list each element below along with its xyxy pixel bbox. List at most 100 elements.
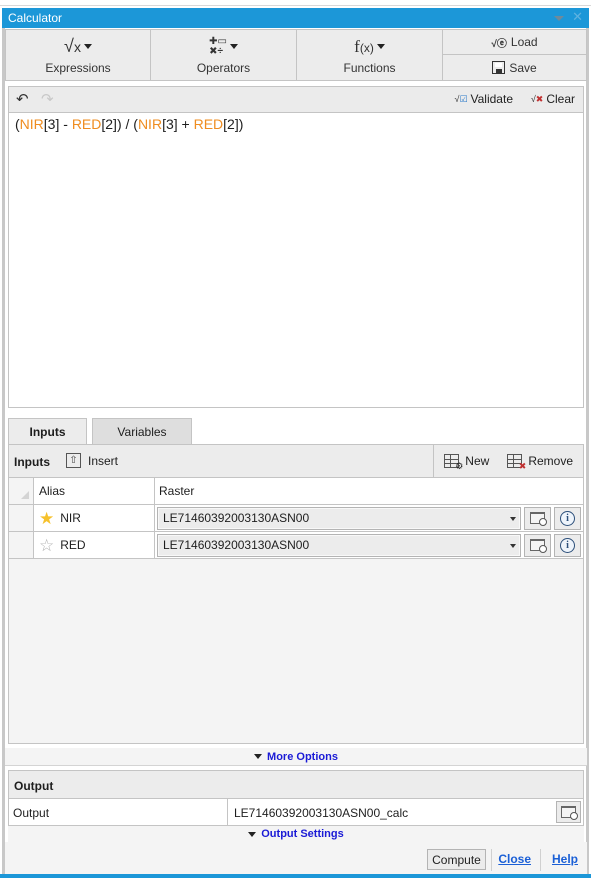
function-icon: f(x) — [354, 36, 374, 56]
chevron-down-icon — [229, 44, 238, 49]
undo-icon[interactable]: ↶ — [16, 92, 29, 107]
expr-token: [2]) — [223, 116, 244, 132]
chevron-down-icon — [83, 44, 92, 49]
remove-input-button[interactable]: ✖ Remove — [507, 454, 573, 471]
insert-icon: ⇧ — [66, 453, 81, 468]
new-label: New — [465, 454, 490, 468]
chevron-down-icon — [376, 44, 385, 49]
output-row: Output LE71460392003130ASN00_calc — [9, 799, 583, 826]
alias-cell[interactable]: NIR — [60, 511, 81, 525]
redo-icon[interactable]: ↷ — [41, 92, 54, 107]
window-title: Calculator — [8, 11, 63, 25]
bottom-border — [0, 874, 591, 878]
select-all-corner[interactable] — [9, 478, 34, 504]
editor-toolbar: ↶ ↷ √☑ Validate √✖ Clear — [8, 86, 584, 113]
expression-editor[interactable]: (NIR[3] - RED[2]) / (NIR[3] + RED[2]) — [8, 113, 584, 408]
divider — [540, 849, 541, 871]
grid-header: Alias Raster — [9, 478, 583, 505]
footer: Compute Close Help — [5, 842, 587, 874]
expressions-button[interactable]: √x Expressions — [5, 29, 151, 81]
expressions-label: Expressions — [45, 60, 111, 75]
remove-label: Remove — [528, 454, 573, 468]
expr-token: [2]) / ( — [101, 116, 138, 132]
save-label: Save — [509, 60, 537, 75]
close-link[interactable]: Close — [498, 852, 531, 866]
folder-search-icon — [530, 512, 547, 526]
expr-token: [3] + — [162, 116, 194, 132]
new-input-button[interactable]: ⚙ New — [444, 454, 490, 471]
output-settings-toggle[interactable]: Output Settings — [8, 826, 584, 842]
ribbon: √x Expressions ✚▭ ✖÷ Operators f(x) Funct… — [5, 29, 587, 81]
tab-variables[interactable]: Variables — [92, 418, 192, 445]
new-row-icon: ⚙ — [444, 454, 463, 471]
output-settings-link[interactable]: Output Settings — [261, 828, 344, 840]
save-icon — [492, 61, 506, 74]
raster-dropdown[interactable]: LE71460392003130ASN00 — [157, 533, 521, 557]
inputs-title: Inputs — [14, 455, 50, 469]
dropdown-icon[interactable] — [554, 16, 565, 21]
functions-label: Functions — [343, 60, 396, 75]
dropdown-arrow-icon — [510, 516, 516, 521]
expr-token: [3] - — [43, 116, 72, 132]
sqrt-x-icon: √x — [64, 36, 81, 56]
browse-output-button[interactable] — [556, 801, 581, 823]
dropdown-arrow-icon — [510, 543, 516, 548]
column-header-raster[interactable]: Raster — [155, 478, 583, 504]
raster-value: LE71460392003130ASN00 — [163, 511, 310, 525]
row-selector[interactable] — [9, 505, 34, 531]
expr-variable: RED — [71, 116, 102, 132]
raster-dropdown[interactable]: LE71460392003130ASN00 — [157, 506, 521, 530]
more-options-link[interactable]: More Options — [267, 751, 338, 763]
load-button[interactable]: √ⓔ Load — [443, 29, 587, 55]
divider — [491, 849, 492, 871]
insert-button[interactable]: ⇧ Insert — [66, 453, 118, 468]
tab-inputs[interactable]: Inputs — [8, 418, 87, 445]
browse-raster-button[interactable] — [524, 506, 551, 530]
chevron-down-icon — [248, 831, 257, 837]
tab-strip: Inputs Variables — [8, 418, 192, 445]
expr-variable: NIR — [137, 116, 163, 132]
raster-info-button[interactable]: i — [554, 533, 581, 557]
validate-button[interactable]: √☑ Validate — [454, 92, 513, 106]
title-bar: Calculator ✕ — [2, 8, 589, 28]
output-section-title: Output — [9, 771, 583, 799]
star-outline-icon[interactable]: ☆ — [39, 537, 54, 554]
output-value: LE71460392003130ASN00_calc — [234, 806, 409, 820]
star-filled-icon[interactable]: ★ — [39, 510, 54, 527]
help-link[interactable]: Help — [552, 852, 578, 866]
close-icon[interactable]: ✕ — [572, 10, 583, 23]
expr-variable: NIR — [19, 116, 44, 132]
chevron-down-icon — [254, 754, 263, 759]
inputs-panel: Inputs ⇧ Insert ⚙ New ✖ Remove Alias Ras… — [8, 444, 584, 744]
validate-label: Validate — [470, 92, 513, 106]
raster-value: LE71460392003130ASN00 — [163, 538, 310, 552]
row-selector[interactable] — [9, 532, 34, 558]
compute-button[interactable]: Compute — [427, 849, 486, 870]
remove-row-icon: ✖ — [507, 454, 526, 471]
raster-info-button[interactable]: i — [554, 506, 581, 530]
more-options-toggle[interactable]: More Options — [5, 748, 587, 766]
insert-label: Insert — [88, 453, 119, 468]
table-row[interactable]: ★ NIR LE71460392003130ASN00 i — [9, 505, 583, 532]
operators-button[interactable]: ✚▭ ✖÷ Operators — [151, 29, 297, 81]
clear-button[interactable]: √✖ Clear — [531, 92, 575, 106]
table-row[interactable]: ☆ RED LE71460392003130ASN00 i — [9, 532, 583, 559]
operators-icon: ✚▭ ✖÷ — [209, 35, 227, 57]
clear-label: Clear — [546, 92, 575, 106]
expr-variable: RED — [193, 116, 224, 132]
info-icon: i — [560, 537, 575, 553]
functions-button[interactable]: f(x) Functions — [297, 29, 443, 81]
save-button[interactable]: Save — [443, 55, 587, 81]
top-strip — [0, 0, 591, 6]
clear-icon: √✖ — [530, 93, 544, 104]
browse-raster-button[interactable] — [524, 533, 551, 557]
inputs-toolbar: Inputs ⇧ Insert ⚙ New ✖ Remove — [9, 445, 583, 478]
output-panel: Output Output LE71460392003130ASN00_calc — [8, 770, 584, 826]
column-header-alias[interactable]: Alias — [34, 478, 155, 504]
output-label: Output — [9, 799, 228, 825]
folder-search-icon — [561, 806, 578, 820]
alias-cell[interactable]: RED — [60, 538, 85, 552]
output-name-field[interactable]: LE71460392003130ASN00_calc — [228, 799, 583, 825]
folder-search-icon — [530, 539, 547, 553]
load-expression-icon: √ⓔ — [491, 38, 507, 50]
